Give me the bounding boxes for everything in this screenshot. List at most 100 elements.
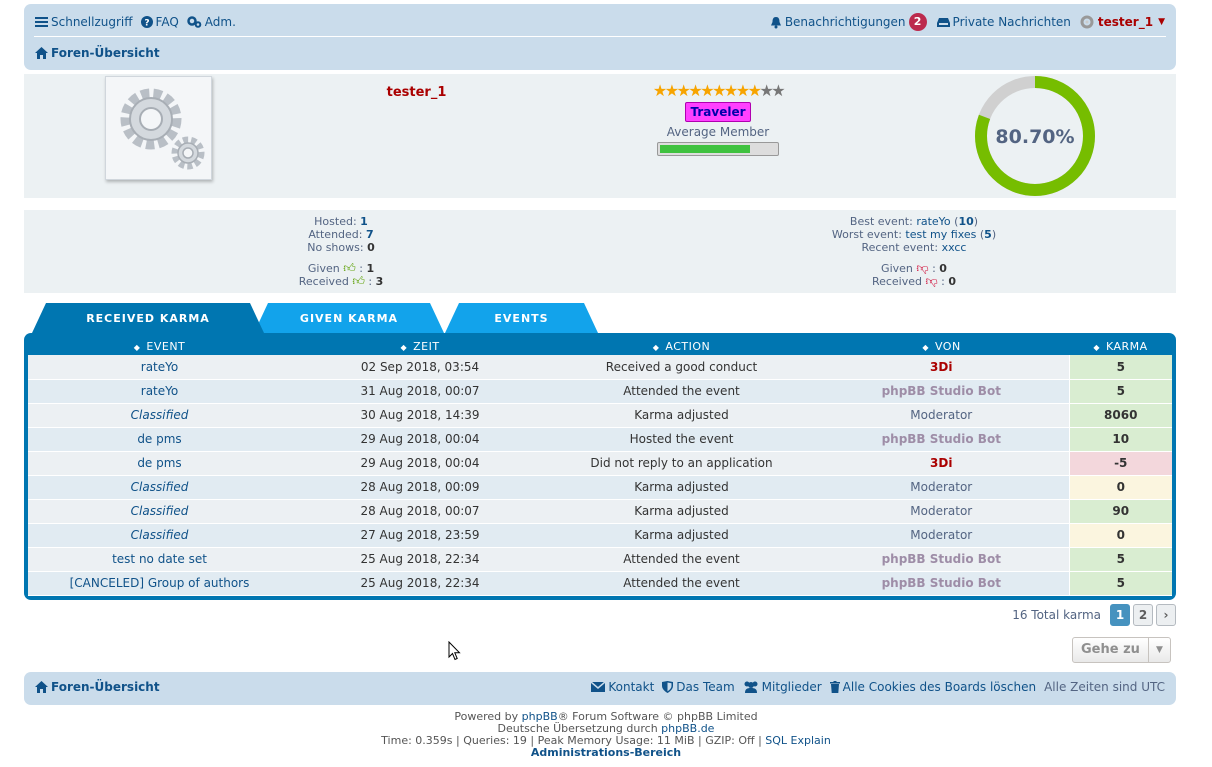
col-von-header[interactable]: ◆ VON — [814, 337, 1069, 355]
karma-cell: 0 — [1068, 475, 1172, 500]
karma-table-panel: ◆ EVENT ◆ ZEIT ◆ ACTION ◆ VON ◆ KARMA rateYo 0… — [24, 333, 1176, 600]
acp-link[interactable]: Adm. — [187, 15, 236, 29]
action-cell: Karma adjusted — [549, 475, 814, 500]
footer-home-link[interactable]: Foren-Übersicht — [35, 680, 160, 694]
notifications-link[interactable]: Benachrichtigungen — [770, 15, 906, 29]
event-link[interactable]: rateYo — [28, 355, 291, 380]
event-link[interactable]: de pms — [28, 451, 291, 476]
thumbs-down-icon: 👎︎ — [916, 261, 929, 275]
footer-row: Foren-Übersicht Kontakt Das Team Mitglie… — [35, 680, 1165, 694]
best-event-link[interactable]: rateYo — [916, 215, 950, 228]
von-cell[interactable]: phpBB Studio Bot — [814, 379, 1069, 404]
breadcrumb-home-link[interactable]: Foren-Übersicht — [35, 46, 160, 60]
team-link[interactable]: Das Team — [662, 680, 735, 694]
col-event-header[interactable]: ◆ EVENT — [28, 337, 291, 355]
action-cell: Received a good conduct — [549, 355, 814, 380]
event-link[interactable]: test no date set — [28, 547, 291, 572]
members-link[interactable]: Mitglieder — [743, 680, 822, 694]
caret-down-icon: ▼ — [1148, 638, 1170, 662]
users-icon — [744, 681, 758, 693]
rank-title: Average Member — [666, 125, 770, 139]
question-circle-icon: ? — [140, 16, 153, 29]
karma-cell: 90 — [1068, 499, 1172, 524]
private-messages-link[interactable]: Private Nachrichten — [936, 15, 1071, 29]
event-link[interactable]: de pms — [28, 427, 291, 452]
karma-cell: 10 — [1068, 427, 1172, 452]
time-cell: 27 Aug 2018, 23:59 — [291, 523, 549, 548]
event-link[interactable]: rateYo — [28, 379, 291, 404]
tab-given-karma[interactable]: GIVEN KARMA — [254, 303, 444, 333]
star-filled-icon: ★ — [723, 81, 738, 100]
admin-line: Administrations-Bereich — [0, 747, 1212, 759]
col-action-header[interactable]: ◆ ACTION — [549, 337, 814, 355]
next-page-button[interactable]: › — [1156, 604, 1176, 626]
action-cell: Hosted the event — [549, 427, 814, 452]
svg-text:?: ? — [144, 19, 149, 29]
noshow-stat: No shows: 0 — [307, 241, 375, 254]
header-user-area: Benachrichtigungen 2 Private Nachrichten… — [770, 13, 1165, 31]
von-cell[interactable]: phpBB Studio Bot — [814, 427, 1069, 452]
col-karma-header[interactable]: ◆ KARMA — [1069, 337, 1172, 355]
thumbs-up-stats: Given 👍︎ : 1 Received 👍︎ : 3 — [236, 261, 446, 289]
hamburger-icon — [35, 17, 48, 27]
event-link[interactable]: Classified — [28, 475, 291, 500]
inbox-icon — [936, 17, 950, 27]
jump-to-label: Gehe zu — [1081, 642, 1140, 657]
karma-cell: 0 — [1068, 523, 1172, 548]
von-cell: Moderator — [814, 523, 1069, 548]
col-zeit-header[interactable]: ◆ ZEIT — [291, 337, 549, 355]
faq-link[interactable]: ? FAQ — [140, 15, 179, 29]
karma-cell: 5 — [1068, 355, 1172, 380]
page-2-button[interactable]: 2 — [1133, 604, 1153, 626]
karma-cell: 5 — [1068, 547, 1172, 572]
contact-link[interactable]: Kontakt — [591, 680, 654, 694]
event-link[interactable]: Classified — [28, 523, 291, 548]
star-filled-icon: ★ — [688, 81, 702, 100]
von-cell[interactable]: phpBB Studio Bot — [814, 547, 1069, 572]
table-row: rateYo 31 Aug 2018, 00:07 Attended the eve… — [28, 379, 1172, 404]
event-link[interactable]: Classified — [28, 403, 291, 428]
envelope-icon — [591, 682, 606, 692]
given-up-stat: Given 👍︎ : 1 — [307, 261, 375, 276]
page-1-button[interactable]: 1 — [1110, 604, 1130, 626]
delete-cookies-link[interactable]: Alle Cookies des Boards löschen — [829, 680, 1036, 694]
profile-panel: tester_1 ★★★★★★★★★★★ Traveler Average Me… — [24, 74, 1176, 198]
worst-event-link[interactable]: test my fixes — [905, 228, 976, 241]
breadcrumb-home-label: Foren-Übersicht — [51, 46, 160, 60]
tab-events[interactable]: EVENTS — [445, 303, 598, 333]
karma-tabs: GIVEN KARMA EVENTS RECEIVED KARMA — [24, 303, 1176, 333]
admin-panel-link[interactable]: Administrations-Bereich — [531, 746, 681, 759]
table-row: [CANCELED] Group of authors 25 Aug 2018, … — [28, 571, 1172, 596]
action-cell: Attended the event — [549, 547, 814, 572]
action-cell: Karma adjusted — [549, 499, 814, 524]
time-cell: 25 Aug 2018, 22:34 — [291, 547, 549, 572]
attendance-stats: Hosted: 1 Attended: 7 No shows: 0 — [236, 215, 446, 254]
tab-received-karma[interactable]: RECEIVED KARMA — [32, 303, 264, 333]
event-link[interactable]: Classified — [28, 499, 291, 524]
jump-to-dropdown[interactable]: Gehe zu ▼ — [1072, 637, 1171, 663]
recent-event-link[interactable]: xxcc — [942, 241, 967, 254]
star-filled-icon: ★ — [747, 81, 762, 100]
caret-down-icon: ▼ — [1158, 17, 1165, 27]
quicklinks-menu[interactable]: Schnellzugriff — [35, 15, 133, 29]
received-up-stat: Received 👍︎ : 3 — [298, 274, 384, 289]
von-cell[interactable]: 3Di — [814, 355, 1069, 380]
time-cell: 25 Aug 2018, 22:34 — [291, 571, 549, 596]
event-link[interactable]: [CANCELED] Group of authors — [28, 571, 291, 596]
user-menu[interactable]: tester_1 ▼ — [1079, 14, 1165, 30]
rank-badge: Traveler — [685, 102, 751, 122]
worst-event-stat: Worst event: test my fixes (5) — [831, 228, 997, 241]
star-empty-icon: ★ — [771, 81, 785, 100]
von-cell[interactable]: 3Di — [814, 451, 1069, 476]
sql-explain-link[interactable]: SQL Explain — [765, 734, 831, 747]
karma-cell: 5 — [1068, 571, 1172, 596]
notifications-count-badge: 2 — [908, 13, 927, 31]
star-filled-icon: ★ — [652, 81, 667, 100]
von-cell[interactable]: phpBB Studio Bot — [814, 571, 1069, 596]
table-row: Classified 28 Aug 2018, 00:07 Karma adjust… — [28, 499, 1172, 524]
table-row: Classified 28 Aug 2018, 00:09 Karma adjust… — [28, 475, 1172, 500]
thumbs-up-icon: 👍︎ — [352, 274, 365, 288]
action-cell: Did not reply to an application — [549, 451, 814, 476]
given-down-stat: Given 👎︎ : 0 — [881, 261, 947, 276]
quicklinks-label: Schnellzugriff — [51, 15, 133, 29]
